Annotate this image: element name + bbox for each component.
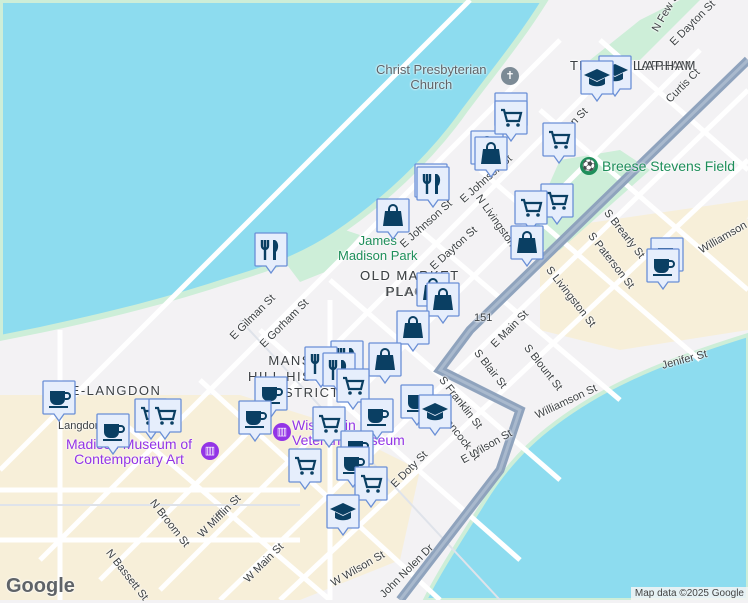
- church-icon[interactable]: ✝: [501, 67, 519, 85]
- map-marker-grad[interactable]: [580, 60, 614, 106]
- neighborhood-tenney-lapham-start: T: [570, 58, 579, 73]
- restaurant-icon: [254, 232, 288, 275]
- graduation-cap-icon: [580, 60, 614, 103]
- shopping-bag-icon: [426, 282, 460, 325]
- map-marker-cart[interactable]: [542, 122, 576, 168]
- map-marker-coffee[interactable]: [238, 400, 272, 446]
- shopping-bag-icon: [376, 198, 410, 241]
- shopping-cart-icon: [494, 100, 528, 143]
- google-logo: Google: [6, 575, 75, 597]
- map-marker-coffee[interactable]: [96, 413, 130, 459]
- map-attribution[interactable]: Map data ©2025 Google: [630, 587, 748, 600]
- restaurant-icon: [416, 166, 450, 209]
- street-label: 151: [474, 312, 493, 324]
- map-marker-bag[interactable]: [368, 342, 402, 388]
- graduation-cap-icon: [326, 494, 360, 537]
- map-marker-cart[interactable]: [494, 100, 528, 146]
- shopping-cart-icon: [542, 122, 576, 165]
- neighborhood-old-market-place-line1: OLD MA: [360, 268, 419, 283]
- shopping-cart-icon: [288, 448, 322, 491]
- graduation-cap-icon: [418, 394, 452, 437]
- map-marker-bag[interactable]: [426, 282, 460, 328]
- coffee-cup-icon: [96, 413, 130, 456]
- coffee-cup-icon: [42, 380, 76, 423]
- map-marker-fork[interactable]: [254, 232, 288, 278]
- map-marker-grad[interactable]: [418, 394, 452, 440]
- map-marker-bag[interactable]: [376, 198, 410, 244]
- stadium-icon[interactable]: ⚽: [580, 157, 598, 175]
- poi-breese-stevens-field[interactable]: Breese Stevens Field: [602, 159, 735, 174]
- shopping-bag-icon: [368, 342, 402, 385]
- map-marker-coffee[interactable]: [42, 380, 76, 426]
- map-marker-bag[interactable]: [510, 225, 544, 271]
- map-marker-coffee[interactable]: [646, 248, 680, 294]
- coffee-cup-icon: [238, 400, 272, 443]
- museum-icon[interactable]: ▥: [273, 423, 291, 441]
- map-marker-fork[interactable]: [416, 166, 450, 212]
- poi-christ-presbyterian-church[interactable]: Christ Presbyterian Church: [376, 62, 487, 92]
- poi-label: Church: [410, 77, 453, 92]
- map-marker-cart[interactable]: [148, 398, 182, 444]
- shopping-bag-icon: [510, 225, 544, 268]
- poi-label: Christ Presbyterian: [376, 62, 487, 77]
- map-marker-grad[interactable]: [326, 494, 360, 540]
- coffee-cup-icon: [646, 248, 680, 291]
- museum-icon[interactable]: ▥: [201, 442, 219, 460]
- map-marker-cart[interactable]: [288, 448, 322, 494]
- shopping-cart-icon: [148, 398, 182, 441]
